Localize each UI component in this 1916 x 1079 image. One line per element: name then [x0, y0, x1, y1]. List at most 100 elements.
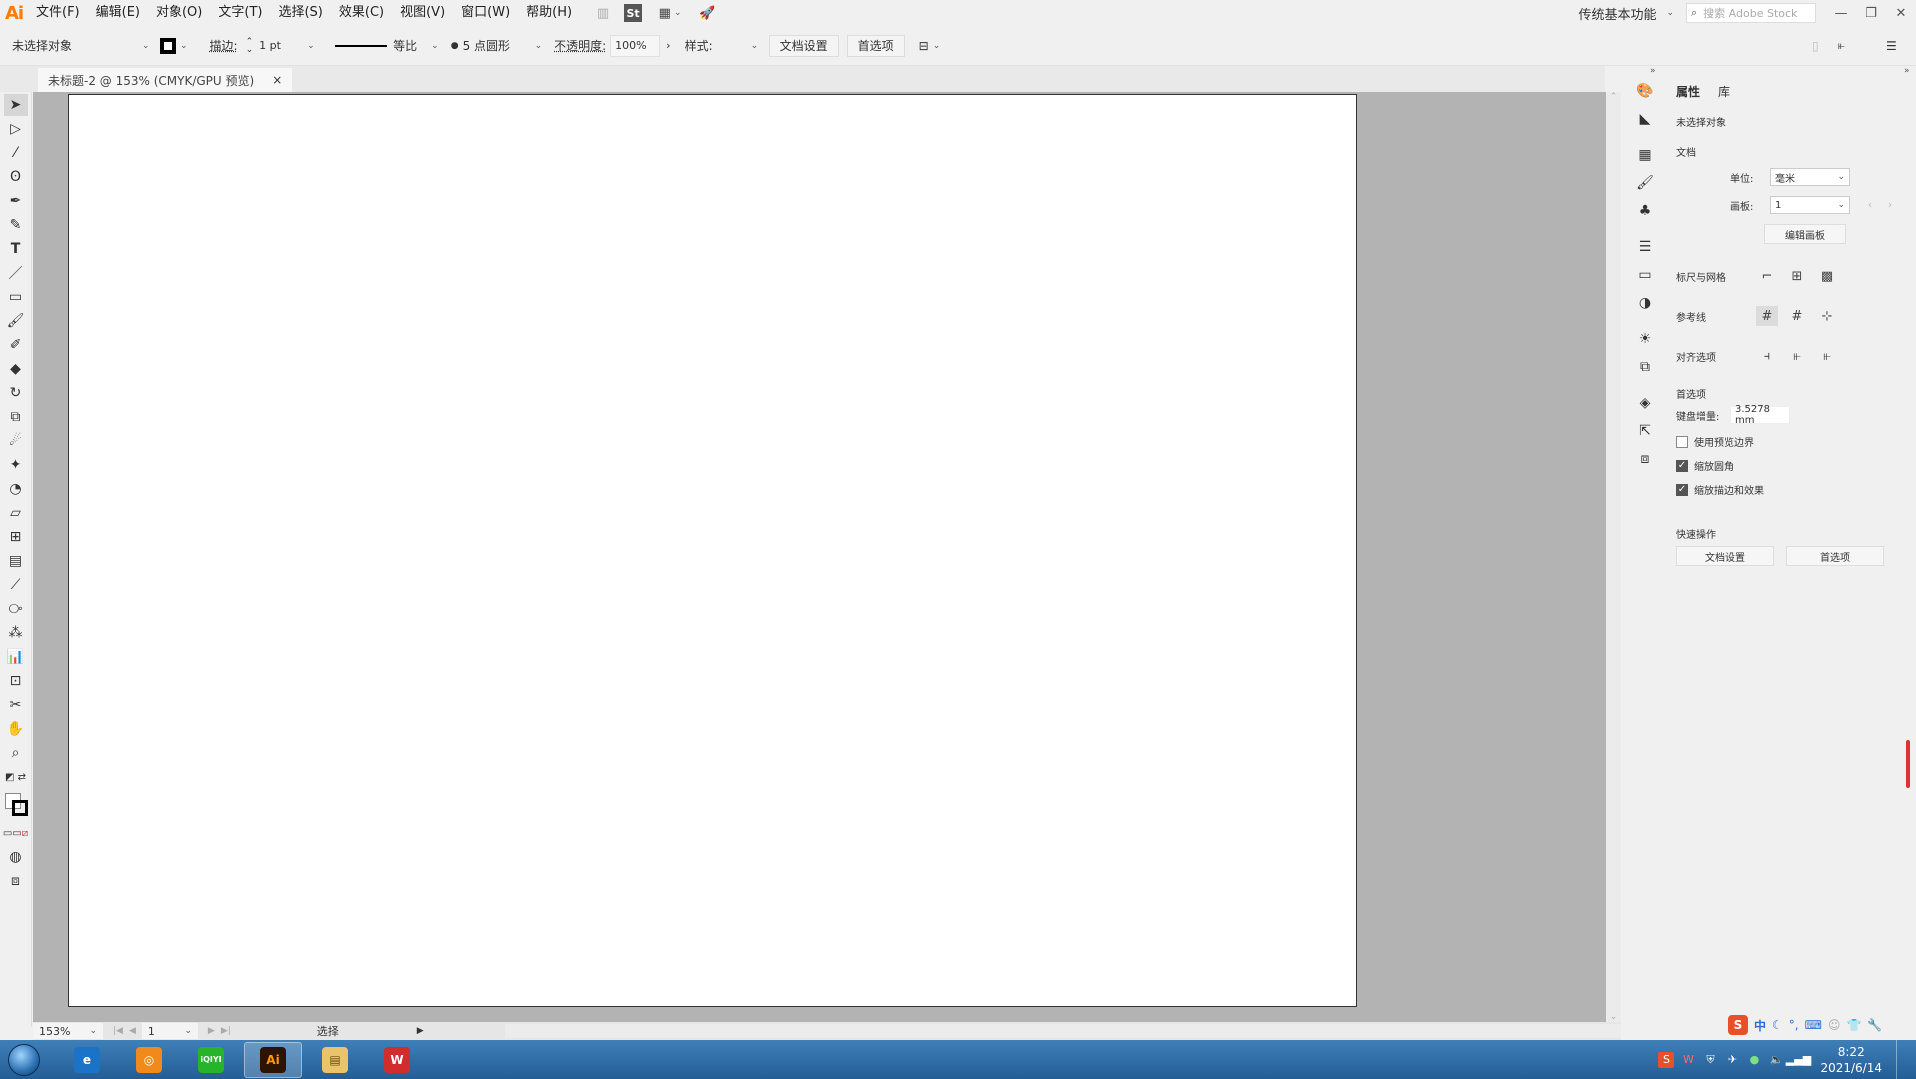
color-guide-icon[interactable]: ◣	[1634, 108, 1656, 130]
drawing-mode-icon[interactable]: ◍	[4, 846, 28, 868]
fill-dropdown[interactable]: ⌄	[108, 41, 154, 51]
ime-language[interactable]: 中	[1754, 1017, 1766, 1034]
menu-select[interactable]: 选择(S)	[270, 0, 330, 26]
shape-builder-tool-icon[interactable]: ◔	[4, 478, 28, 500]
brush-definition-dropdown[interactable]: ● 5 点圆形 ⌄	[451, 37, 542, 54]
prev-artboard-icon[interactable]: ◀	[129, 1026, 136, 1036]
taskbar-app-explorer[interactable]: ▤	[306, 1042, 364, 1078]
eyedropper-tool-icon[interactable]: ⟋	[4, 574, 28, 596]
menu-view[interactable]: 视图(V)	[392, 0, 453, 26]
tray-shield-icon[interactable]: ⛨	[1702, 1052, 1718, 1068]
scroll-down-icon[interactable]: ⌄	[1610, 1012, 1618, 1022]
preview-bounds-checkbox[interactable]	[1676, 435, 1688, 448]
guides-icon[interactable]: #	[1756, 306, 1778, 326]
graphic-styles-panel-icon[interactable]: ⧉	[1634, 356, 1656, 378]
chevron-right-icon[interactable]: ›	[666, 39, 670, 52]
stroke-label[interactable]: 描边:	[210, 37, 238, 54]
ime-skin-icon[interactable]: 👕	[1846, 1018, 1861, 1032]
layers-panel-icon[interactable]: ◈	[1634, 392, 1656, 414]
perspective-grid-tool-icon[interactable]: ▱	[4, 502, 28, 524]
zoom-tool-icon[interactable]: ⌕	[4, 742, 28, 764]
prev-artboard-arrow-icon[interactable]: ‹	[1868, 200, 1872, 211]
graph-tool-icon[interactable]: 📊	[4, 646, 28, 668]
magic-wand-tool-icon[interactable]: ⁄	[4, 142, 28, 164]
preview-bounds-row[interactable]: 使用预览边界	[1676, 434, 1754, 449]
next-artboard-arrow-icon[interactable]: ›	[1888, 200, 1892, 211]
panel-menu-icon[interactable]: ☰	[1886, 39, 1897, 53]
rotate-tool-icon[interactable]: ↻	[4, 382, 28, 404]
scale-corners-row[interactable]: ✓ 缩放圆角	[1676, 458, 1734, 473]
tray-wechat-icon[interactable]: ●	[1746, 1052, 1762, 1068]
opacity-input[interactable]: 100%	[610, 34, 661, 57]
stroke-panel-icon[interactable]: ☰	[1634, 236, 1656, 258]
transparency-panel-icon[interactable]: ◑	[1634, 292, 1656, 314]
smart-guides-icon[interactable]: #	[1786, 306, 1808, 326]
symbols-panel-icon[interactable]: ♣	[1634, 200, 1656, 222]
scale-corners-checkbox[interactable]: ✓	[1676, 459, 1688, 472]
artboards-panel-icon[interactable]: ⧈	[1634, 448, 1656, 470]
tray-sogou-icon[interactable]: S	[1658, 1051, 1675, 1068]
taskbar-app-ie[interactable]: e	[58, 1042, 116, 1078]
symbol-sprayer-tool-icon[interactable]: ⁂	[4, 622, 28, 644]
align-icon[interactable]: ⫦	[1838, 38, 1845, 53]
units-dropdown[interactable]: 毫米 ⌄	[1770, 168, 1850, 186]
close-icon[interactable]: ×	[272, 73, 282, 87]
fill-stroke-swatch-icon[interactable]	[4, 790, 28, 820]
scroll-up-icon[interactable]: ⌃	[1610, 92, 1618, 102]
scale-strokes-checkbox[interactable]: ✓	[1676, 483, 1688, 496]
horizontal-scrollbar[interactable]	[505, 1024, 1621, 1038]
bridge-icon[interactable]: ▥	[594, 4, 612, 22]
rectangle-tool-icon[interactable]: ▭	[4, 286, 28, 308]
align-to-key-object-icon[interactable]: ⫦	[1786, 346, 1808, 366]
close-window-button[interactable]: ✕	[1886, 0, 1916, 26]
tray-bird-icon[interactable]: ✈	[1724, 1052, 1740, 1068]
last-artboard-icon[interactable]: ▶|	[221, 1026, 231, 1036]
zoom-dropdown[interactable]: 153% ⌄	[33, 1023, 103, 1039]
menu-window[interactable]: 窗口(W)	[453, 0, 518, 26]
arrange-icon-dropdown[interactable]: ⊟ ⌄	[919, 39, 941, 53]
artboard[interactable]	[68, 94, 1357, 1007]
gradient-tool-icon[interactable]: ▤	[4, 550, 28, 572]
default-fill-stroke-icon[interactable]: ◩ ⇄	[4, 766, 28, 788]
qa-document-setup-button[interactable]: 文档设置	[1676, 546, 1774, 566]
preferences-button[interactable]: 首选项	[846, 34, 905, 57]
blend-tool-icon[interactable]: ⧂	[4, 598, 28, 620]
puppet-warp-tool-icon[interactable]: ✦	[4, 454, 28, 476]
vertical-scrollbar[interactable]: ⌃ ⌄	[1606, 92, 1621, 1022]
ime-keyboard-icon[interactable]: ⌨	[1805, 1018, 1822, 1032]
type-tool-icon[interactable]: T	[4, 238, 28, 260]
align-to-artboard-icon[interactable]: ⫦	[1816, 346, 1838, 366]
canvas-area[interactable]	[33, 92, 1606, 1022]
swatches-panel-icon[interactable]: ▦	[1634, 144, 1656, 166]
selection-tool-icon[interactable]: ➤	[3, 94, 28, 116]
color-panel-icon[interactable]: 🎨	[1634, 80, 1656, 102]
document-setup-button[interactable]: 文档设置	[768, 34, 839, 57]
sogou-logo-icon[interactable]: S	[1728, 1015, 1748, 1035]
transform-icon[interactable]: ▯	[1812, 39, 1819, 53]
tray-network-icon[interactable]: ▂▄▆	[1786, 1052, 1811, 1068]
qa-preferences-button[interactable]: 首选项	[1786, 546, 1884, 566]
stock-search-input[interactable]: ⌕ 搜索 Adobe Stock	[1686, 3, 1816, 23]
ime-punct-icon[interactable]: °,	[1789, 1018, 1799, 1032]
warp-tool-icon[interactable]: ☄	[4, 430, 28, 452]
stroke-color-dropdown[interactable]: ⌄	[160, 37, 188, 54]
snap-to-point-icon[interactable]: ⊹	[1816, 306, 1838, 326]
tab-libraries[interactable]: 库	[1718, 83, 1730, 100]
gradient-panel-icon[interactable]: ▭	[1634, 264, 1656, 286]
menu-object[interactable]: 对象(O)	[148, 0, 210, 26]
next-artboard-icon[interactable]: ▶	[208, 1026, 215, 1036]
current-tool-status[interactable]: 选择	[317, 1023, 417, 1039]
menu-effect[interactable]: 效果(C)	[331, 0, 392, 26]
transparency-grid-icon[interactable]: ▩	[1816, 266, 1838, 286]
menu-help[interactable]: 帮助(H)	[518, 0, 580, 26]
taskbar-app-illustrator[interactable]: Ai	[244, 1041, 302, 1078]
show-desktop-button[interactable]	[1896, 1040, 1908, 1079]
ime-user-icon[interactable]: ☺	[1828, 1018, 1841, 1032]
hand-tool-icon[interactable]: ✋	[4, 718, 28, 740]
curvature-tool-icon[interactable]: ✎	[4, 214, 28, 236]
ime-tools-icon[interactable]: 🔧	[1867, 1018, 1882, 1032]
collapse-panels-icon[interactable]: »	[1650, 66, 1656, 76]
menu-type[interactable]: 文字(T)	[210, 0, 270, 26]
arrange-documents-icon[interactable]: ▦ ⌄	[654, 4, 686, 22]
shaper-tool-icon[interactable]: ✐	[4, 334, 28, 356]
